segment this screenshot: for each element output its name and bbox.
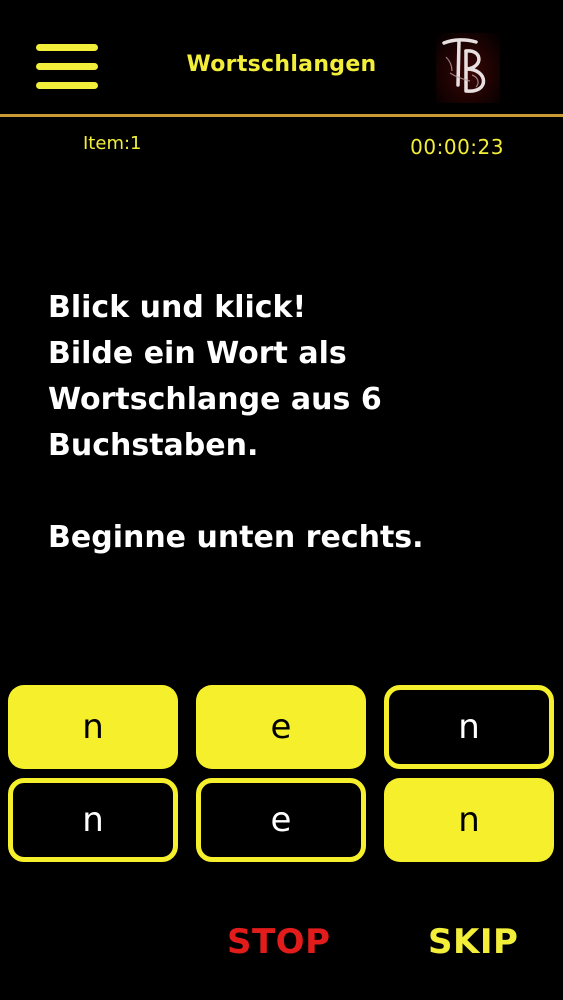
skip-button[interactable]: SKIP — [428, 922, 518, 962]
letter-tile[interactable]: n — [384, 778, 554, 862]
instruction-line: Beginne unten rechts. — [48, 520, 424, 555]
instruction-line: Wortschlange aus 6 — [48, 382, 382, 417]
tb-logo — [436, 33, 500, 103]
instruction-line: Buchstaben. — [48, 428, 259, 463]
stop-button[interactable]: STOP — [227, 922, 331, 962]
menu-bar-bottom — [36, 82, 98, 89]
letter-tile[interactable]: e — [196, 778, 366, 862]
letter-tile[interactable]: n — [8, 778, 178, 862]
letter-tile[interactable]: n — [384, 685, 554, 769]
elapsed-timer: 00:00:23 — [410, 135, 504, 159]
letter-tile[interactable]: n — [8, 685, 178, 769]
instruction-line: Blick und klick! — [48, 290, 307, 325]
header-divider — [0, 114, 563, 117]
menu-bar-top — [36, 44, 98, 51]
letter-tile[interactable]: e — [196, 685, 366, 769]
instruction-line: Bilde ein Wort als — [48, 336, 347, 371]
item-counter: Item:1 — [83, 133, 142, 154]
app-header: Wortschlangen — [0, 0, 563, 116]
instructions-text: Blick und klick! Bilde ein Wort als Wort… — [48, 285, 518, 561]
